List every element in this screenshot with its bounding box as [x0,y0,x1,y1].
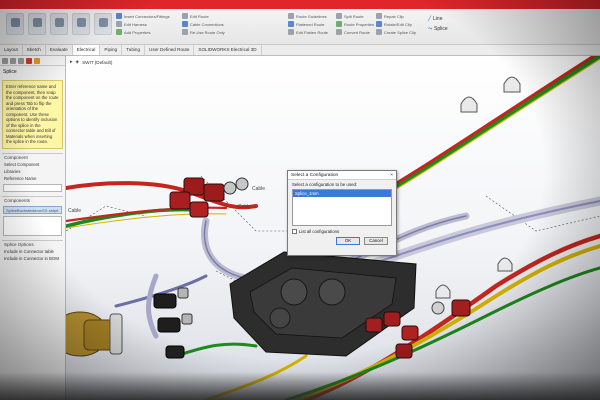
ribbon-large-command-icon[interactable] [50,13,68,35]
cable-label: Cable [238,204,252,210]
expand-arrow-icon[interactable]: ▸ [70,59,73,65]
ribbon-command[interactable]: Edit Route [182,12,225,20]
ribbon-group: Edit Route Cable Connections Re-Use Rout… [182,12,225,36]
property-manager: Splice Enter reference name and the comp… [0,56,66,400]
ribbon-group: Split Route Route Properties Convert Rou… [336,12,374,36]
ok-button[interactable]: OK [336,237,360,245]
cable-label: Cable [252,186,266,192]
include-bom-option[interactable]: Include in Connector in BOM [0,255,65,262]
feature-tree-icon[interactable] [2,58,8,64]
ribbon-group: Repair Clip Rotate/Edit Clip Create Spli… [376,12,416,36]
ribbon-command[interactable]: Flattened Route [288,20,328,28]
section-component[interactable]: Component [2,152,63,161]
command-ribbon: Insert Connectors/Fittings Edit Harness … [0,9,600,45]
configuration-item[interactable]: Splice_1mm [293,190,391,197]
tab-evaluate[interactable]: Evaluate [46,45,73,55]
feature-tree-flyout[interactable]: ▸ ◈ SWIT (Default) [70,59,112,65]
assembly-icon: ◈ [75,59,80,64]
ribbon-side-commands: ╱ Line ⤳ Splice [428,14,448,34]
tab-user-defined-route[interactable]: User Defined Route [145,45,195,55]
ribbon-group: Route Guidelines Flattened Route Edit Fl… [288,12,328,36]
ribbon-command[interactable]: Insert Connectors/Fittings [116,12,170,20]
ribbon-command[interactable]: Re-Use Route Only [182,28,225,36]
tab-layout[interactable]: Layout [0,45,23,55]
ribbon-large-command-icon[interactable] [6,13,24,35]
ribbon-command[interactable]: Edit Flatten Route [288,28,328,36]
edit-flatten-icon [288,29,294,35]
tab-solidworks-electrical-3d[interactable]: SOLIDWORKS Electrical 3D [194,45,262,55]
guideline-icon [288,13,294,19]
convert-icon [336,29,342,35]
splice-enclosure [229,251,417,357]
cable-label: Cable [68,208,82,214]
tab-tubing[interactable]: Tubing [122,45,146,55]
ribbon-command[interactable]: Split Route [336,12,374,20]
ribbon-command[interactable]: Convert Route [336,28,374,36]
select-component-label: Select Component [4,161,40,167]
line-icon: ╱ [428,16,432,22]
harness-icon [116,21,122,27]
tab-sketch[interactable]: Sketch [23,45,46,55]
message-box: Enter reference name and the component, … [2,80,63,149]
command-manager-tabs: Layout Sketch Evaluate Electrical Piping… [0,45,600,56]
dialog-title-bar: Select a Configuration × [288,171,396,180]
connector-icon [116,13,122,19]
panel-title: Splice [3,69,17,75]
dialog-title: Select a Configuration [291,173,339,178]
ribbon-command[interactable]: Cable Connections [182,20,225,28]
include-connector-table-option[interactable]: Include in Connector table [0,248,65,255]
ribbon-command[interactable]: Create Splice Clip [376,28,416,36]
components-list[interactable] [3,215,62,236]
splice-icon: ⤳ [428,26,433,32]
dialog-prompt: Select a configuration to be used: [292,182,358,187]
splice-command[interactable]: ⤳ Splice [428,24,448,34]
reference-name-input[interactable] [3,183,62,192]
display-icon[interactable] [26,58,32,64]
cancel-button[interactable]: Cancel [364,237,388,245]
ribbon-command[interactable]: Add Properties [116,28,170,36]
list-all-configurations-checkbox[interactable]: List all configurations [292,229,392,234]
section-components[interactable]: Components [2,195,63,204]
dialog-buttons: OK Cancel [288,237,396,245]
properties-icon [116,29,122,35]
ribbon-large-command-icon[interactable] [72,13,90,35]
route-properties-icon [336,21,342,27]
cable-icon [182,21,188,27]
close-icon[interactable]: × [390,173,393,178]
reference-name-label: Reference Name [4,175,37,181]
tab-electrical[interactable]: Electrical [72,45,101,55]
clip-icon [376,13,382,19]
route-icon [182,13,188,19]
property-icon[interactable] [10,58,16,64]
ribbon-group: Insert Connectors/Fittings Edit Harness … [116,12,170,36]
configuration-list[interactable]: Splice_1mm [292,189,392,226]
ribbon-command[interactable]: Edit Harness [116,20,170,28]
ribbon-command[interactable]: Repair Clip [376,12,416,20]
ribbon-command[interactable]: Route Guidelines [288,12,328,20]
black-connectors [153,287,193,359]
section-splice-options[interactable]: Splice Options [2,239,63,248]
brass-connector [66,311,123,357]
title-bar [0,0,600,9]
tab-piping[interactable]: Piping [100,45,123,55]
line-command[interactable]: ╱ Line [428,14,448,24]
rotate-clip-icon [376,21,382,27]
ribbon-large-command-icon[interactable] [94,13,112,35]
flatten-icon [288,21,294,27]
ribbon-command[interactable]: Rotate/Edit Clip [376,20,416,28]
reuse-icon [182,29,188,35]
libraries-option[interactable]: Libraries [0,168,65,175]
splice-clip-icon [376,29,382,35]
checkbox-icon[interactable] [292,229,297,234]
part-file-field[interactable]: SpliceBuchsteckboxGS.sldprt [3,205,62,214]
select-configuration-dialog: Select a Configuration × Select a config… [287,170,397,256]
panel-toolbar [0,56,65,66]
split-icon [336,13,342,19]
appearance-icon[interactable] [34,58,40,64]
ribbon-large-command-icon[interactable] [28,13,46,35]
config-icon[interactable] [18,58,24,64]
ribbon-command[interactable]: Route Properties [336,20,374,28]
